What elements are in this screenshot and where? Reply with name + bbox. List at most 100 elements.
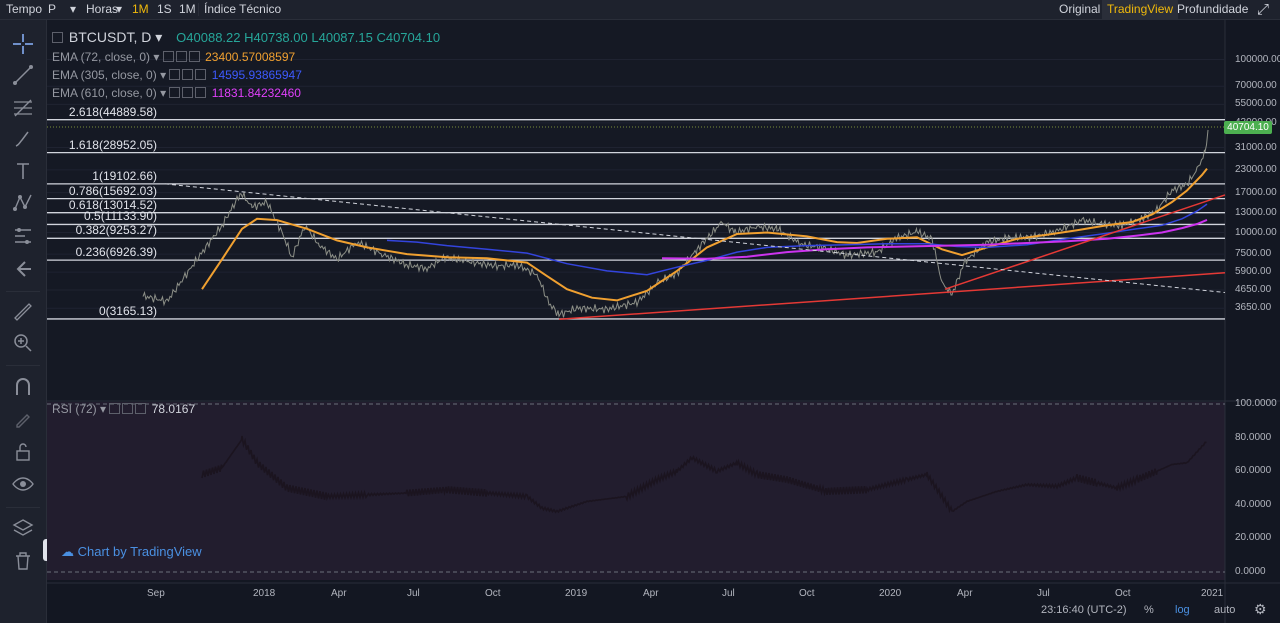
text-tool-icon[interactable] bbox=[11, 159, 35, 183]
time-tick-label: Jul bbox=[407, 588, 420, 599]
settings-icon[interactable] bbox=[175, 51, 187, 62]
fib-retracement-icon[interactable] bbox=[11, 96, 35, 120]
chart-type-select[interactable]: P bbox=[48, 0, 56, 19]
symbol-legend: BTCUSDT, D ▾ O40088.22 H40738.00 L40087.… bbox=[52, 29, 440, 46]
auto-scale-toggle[interactable]: auto bbox=[1214, 604, 1235, 616]
percent-scale-toggle[interactable]: % bbox=[1144, 604, 1154, 616]
lock-icon[interactable] bbox=[11, 440, 35, 464]
layers-icon[interactable] bbox=[11, 516, 35, 540]
fib-label: 0(3165.13) bbox=[98, 303, 157, 318]
pattern-tool-icon[interactable] bbox=[11, 191, 35, 215]
visibility-icon[interactable] bbox=[169, 87, 181, 98]
chevron-down-icon[interactable]: ▾ bbox=[116, 0, 122, 19]
price-tick-label: 31000.00 bbox=[1235, 141, 1277, 153]
fullscreen-icon[interactable]: ⤢ bbox=[1257, 0, 1269, 19]
rsi-legend: RSI (72) ▾ 78.0167 bbox=[52, 402, 195, 416]
remove-icon[interactable] bbox=[195, 87, 207, 98]
ema305-label[interactable]: EMA (305, close, 0) bbox=[52, 68, 157, 82]
time-tick-label: 2020 bbox=[879, 588, 902, 599]
fib-label: 1(19102.66) bbox=[92, 168, 157, 183]
ema610-legend: EMA (610, close, 0) ▾ 11831.84232460 bbox=[52, 86, 301, 100]
interval-select[interactable]: Horas bbox=[86, 0, 118, 19]
arrow-left-icon[interactable] bbox=[11, 257, 35, 281]
remove-icon[interactable] bbox=[135, 403, 147, 414]
stay-in-drawing-icon[interactable] bbox=[11, 407, 35, 431]
rsi-value: 78.0167 bbox=[151, 402, 196, 416]
remove-icon[interactable] bbox=[195, 69, 207, 80]
tradingview-watermark[interactable]: ☁ Chart by TradingView bbox=[61, 544, 202, 560]
view-original-tab[interactable]: Original bbox=[1054, 0, 1105, 19]
visibility-icon[interactable] bbox=[109, 403, 121, 414]
rsi-tick-label: 60.0000 bbox=[1235, 465, 1272, 477]
chevron-down-icon[interactable]: ▾ bbox=[155, 29, 162, 45]
tradingview-cloud-icon: ☁ bbox=[61, 544, 74, 559]
chevron-down-icon[interactable]: ▾ bbox=[160, 86, 166, 100]
price-tick-label: 23000.00 bbox=[1235, 163, 1277, 175]
chart-settings-icon[interactable]: ⚙ bbox=[1254, 601, 1267, 618]
chevron-down-icon[interactable]: ▾ bbox=[100, 402, 106, 416]
eye-icon[interactable] bbox=[11, 472, 35, 496]
chevron-down-icon[interactable]: ▾ bbox=[160, 68, 166, 82]
zoom-in-icon[interactable] bbox=[11, 331, 35, 355]
settings-icon[interactable] bbox=[182, 69, 194, 80]
chevron-down-icon[interactable]: ▾ bbox=[70, 0, 76, 19]
remove-icon[interactable] bbox=[188, 51, 200, 62]
ema610-label[interactable]: EMA (610, close, 0) bbox=[52, 86, 157, 100]
price-tick-label: 100000.00 bbox=[1235, 53, 1280, 65]
price-tick-label: 10000.00 bbox=[1235, 226, 1277, 238]
time-tick-label: Oct bbox=[799, 588, 815, 599]
time-tick-label: Jul bbox=[722, 588, 735, 599]
interval-1m-button[interactable]: 1M bbox=[132, 0, 149, 19]
time-tick-label: 2021 bbox=[1201, 588, 1224, 599]
log-scale-toggle[interactable]: log bbox=[1175, 604, 1190, 616]
view-tradingview-tab[interactable]: TradingView bbox=[1102, 0, 1179, 19]
time-tick-label: Oct bbox=[485, 588, 501, 599]
magnet-icon[interactable] bbox=[11, 375, 35, 399]
price-tick-label: 3650.00 bbox=[1235, 302, 1272, 314]
chart-area[interactable]: BTCUSDT, D ▾ O40088.22 H40738.00 L40087.… bbox=[47, 20, 1280, 623]
chevron-down-icon[interactable]: ▾ bbox=[153, 50, 159, 64]
price-tick-label: 5900.00 bbox=[1235, 266, 1272, 278]
interval-1s-button[interactable]: 1S bbox=[157, 0, 172, 19]
technical-index-button[interactable]: Índice Técnico bbox=[204, 0, 281, 19]
crosshair-icon[interactable] bbox=[11, 32, 35, 56]
visibility-icon[interactable] bbox=[169, 69, 181, 80]
trash-icon[interactable] bbox=[11, 549, 35, 573]
settings-icon[interactable] bbox=[182, 87, 194, 98]
rsi-tick-label: 100.0000 bbox=[1235, 398, 1277, 409]
price-tick-label: 13000.00 bbox=[1235, 206, 1277, 218]
visibility-icon[interactable] bbox=[162, 51, 174, 62]
time-tick-label: Oct bbox=[1115, 588, 1131, 599]
trend-line-icon[interactable] bbox=[11, 63, 35, 87]
time-tick-label: Apr bbox=[957, 588, 973, 599]
collapse-icon[interactable] bbox=[52, 32, 63, 43]
settings-icon[interactable] bbox=[122, 403, 134, 414]
symbol-name[interactable]: BTCUSDT, D bbox=[69, 29, 151, 45]
fib-label: 0.786(15692.03) bbox=[68, 183, 157, 198]
view-depth-tab[interactable]: Profundidade bbox=[1172, 0, 1253, 19]
watermark-label: Chart by TradingView bbox=[77, 544, 202, 559]
ohlc-close: C40704.10 bbox=[376, 30, 441, 45]
time-tick-label: Sep bbox=[147, 588, 165, 599]
ema72-legend: EMA (72, close, 0) ▾ 23400.57008597 bbox=[52, 50, 295, 64]
rsi-tick-label: 40.0000 bbox=[1235, 498, 1272, 510]
rsi-tick-label: 80.0000 bbox=[1235, 431, 1272, 443]
fib-label: 0.382(9253.27) bbox=[75, 223, 157, 238]
ema72-label[interactable]: EMA (72, close, 0) bbox=[52, 50, 150, 64]
ohlc-low: L40087.15 bbox=[311, 30, 373, 45]
rsi-tick-label: 0.0000 bbox=[1235, 566, 1266, 577]
interval-1month-button[interactable]: 1M bbox=[179, 0, 196, 19]
price-tick-label: 70000.00 bbox=[1235, 80, 1277, 92]
fib-label: 0.236(6926.39) bbox=[75, 245, 157, 260]
price-chart[interactable] bbox=[47, 20, 1280, 623]
ema610-value: 11831.84232460 bbox=[211, 86, 301, 100]
drawing-toolbar bbox=[0, 20, 47, 623]
fib-label: 0.5(11133.90) bbox=[84, 209, 157, 224]
price-tick-label: 4650.00 bbox=[1235, 284, 1272, 296]
ema72-value: 23400.57008597 bbox=[205, 50, 296, 64]
brush-icon[interactable] bbox=[11, 127, 35, 151]
ruler-icon[interactable] bbox=[11, 300, 35, 324]
time-tick-label: Apr bbox=[643, 588, 659, 599]
rsi-label[interactable]: RSI (72) bbox=[52, 402, 97, 416]
prediction-tool-icon[interactable] bbox=[11, 224, 35, 248]
